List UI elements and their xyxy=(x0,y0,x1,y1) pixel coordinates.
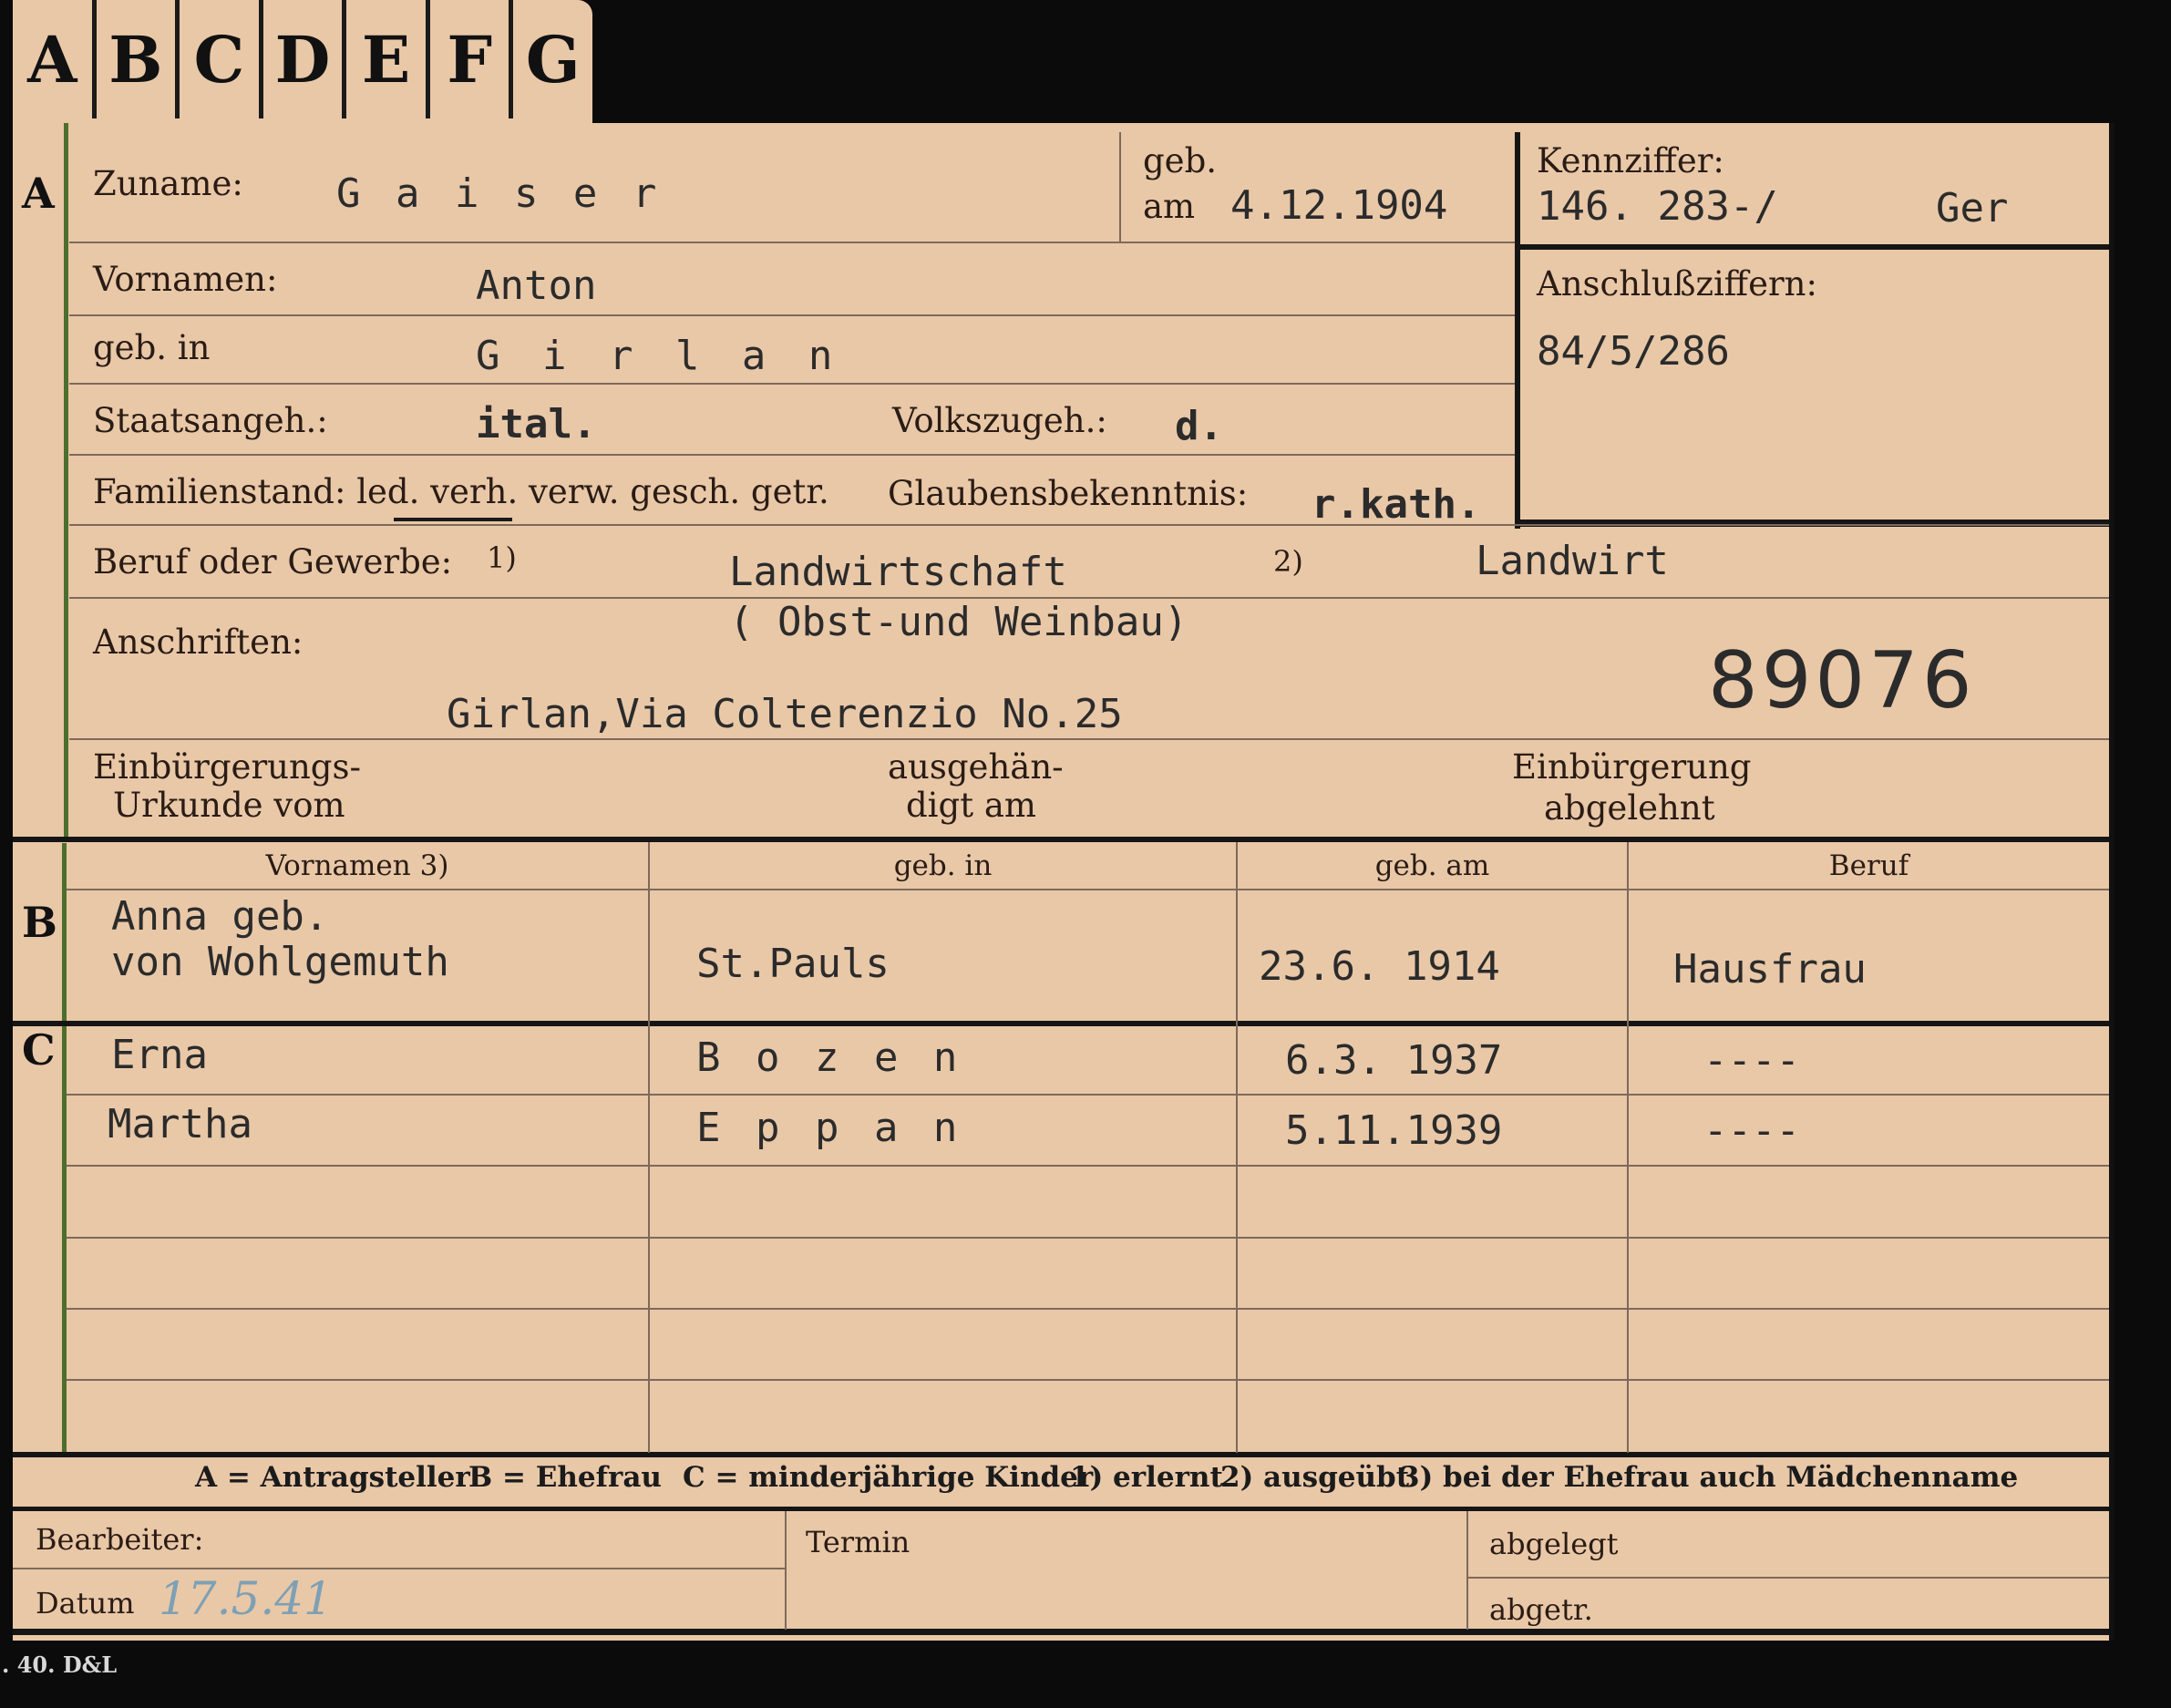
child-1-geb-in: B o z e n xyxy=(696,1034,963,1081)
datum-handwritten-value: 17.5.41 xyxy=(159,1572,333,1625)
ausgehaendigt-label-2: digt am xyxy=(906,786,1036,825)
einbuergerungs-label-2: Urkunde vom xyxy=(113,786,345,825)
kennziffer-suffix: Ger xyxy=(1936,185,2009,232)
einbuergerung-abgelehnt-2: abgelehnt xyxy=(1544,788,1715,828)
child-2-geb-am: 5.11.1939 xyxy=(1285,1107,1503,1154)
beruf-label: Beruf oder Gewerbe: xyxy=(93,542,453,581)
kennziffer-label: Kennziffer: xyxy=(1537,141,1724,180)
einbuergerung-abgelehnt-1: Einbürgerung xyxy=(1512,747,1752,787)
abgelegt-label: abgelegt xyxy=(1489,1527,1619,1561)
ausgehaendigt-label-1: ausgehän- xyxy=(888,747,1064,787)
stamp-number: 89076 xyxy=(1708,635,1976,726)
legend-note-2: 2) ausgeübt xyxy=(1220,1461,1410,1494)
record-card: A B C Zuname: G a i s e r geb. am 4.12.1… xyxy=(13,123,2114,1641)
glaubensbekenntnis-label: Glaubensbekenntnis: xyxy=(888,474,1249,513)
beruf-ausgeuebt-value: Landwirt xyxy=(1476,538,1669,584)
datum-label: Datum xyxy=(36,1586,135,1621)
child-2-geb-in: E p p a n xyxy=(696,1105,963,1151)
spouse-geb-in: St.Pauls xyxy=(696,941,890,987)
spouse-geb-am: 23.6. 1914 xyxy=(1259,943,1500,990)
termin-label: Termin xyxy=(806,1525,911,1559)
col-header-geb-in: geb. in xyxy=(893,849,993,882)
spouse-beruf: Hausfrau xyxy=(1673,946,1867,993)
col-header-beruf: Beruf xyxy=(1828,849,1909,882)
zuname-label: Zuname: xyxy=(93,164,243,203)
geb-am-value: 4.12.1904 xyxy=(1230,182,1448,229)
index-tabs: A B C D E F G xyxy=(13,0,592,123)
legend-note-3: 3) bei der Ehefrau auch Mädchenname xyxy=(1400,1461,2019,1494)
verh-underline xyxy=(394,518,512,521)
beruf-note-1: 1) xyxy=(487,540,517,575)
geb-label: geb. xyxy=(1143,141,1218,180)
beruf-note-2: 2) xyxy=(1273,544,1303,579)
vornamen-value: Anton xyxy=(476,262,597,309)
tab-a: A xyxy=(13,0,97,118)
geb-in-label: geb. in xyxy=(93,328,211,367)
am-label: am xyxy=(1143,187,1196,226)
section-a-border xyxy=(64,123,68,839)
anschlussziffern-value: 84/5/286 xyxy=(1537,328,1730,375)
col-header-vornamen: Vornamen 3) xyxy=(265,849,449,882)
child-1-beruf: ---- xyxy=(1703,1037,1800,1084)
section-letter-a: A xyxy=(22,169,55,218)
tab-d: D xyxy=(263,0,347,118)
legend-b: B = Ehefrau xyxy=(468,1461,662,1494)
geb-in-value: G i r l a n xyxy=(476,333,842,379)
tab-c: C xyxy=(180,0,263,118)
abgetr-label: abgetr. xyxy=(1489,1592,1593,1627)
volkszugeh-label: Volkszugeh.: xyxy=(892,401,1107,440)
child-1-geb-am: 6.3. 1937 xyxy=(1285,1037,1503,1084)
anschrift-value: Girlan,Via Colterenzio No.25 xyxy=(447,691,1123,737)
tab-e: E xyxy=(346,0,430,118)
tab-g: G xyxy=(525,21,581,98)
spouse-vornamen-line1: Anna geb. xyxy=(111,893,329,940)
volkszugeh-value: d. xyxy=(1175,403,1223,449)
tab-b: B xyxy=(97,0,180,118)
beruf-erlernt-value: Landwirtschaft xyxy=(729,549,1067,595)
section-bc-border xyxy=(62,843,67,1454)
child-1-vornamen: Erna xyxy=(111,1032,208,1078)
glaubensbekenntnis-value: r.kath. xyxy=(1312,481,1481,528)
legend-c: C = minderjährige Kinder xyxy=(683,1461,1094,1494)
staatsangeh-value: ital. xyxy=(476,401,597,448)
anschriften-label: Anschriften: xyxy=(93,622,304,662)
vornamen-label: Vornamen: xyxy=(93,260,278,299)
child-2-beruf: ---- xyxy=(1703,1107,1800,1154)
kennziffer-value: 146. 283-/ xyxy=(1537,183,1778,230)
familienstand-label: Familienstand: led. verh. verw. gesch. g… xyxy=(93,472,829,511)
legend-a: A = Antragsteller xyxy=(195,1461,470,1494)
einbuergerungs-label-1: Einbürgerungs- xyxy=(93,747,361,787)
col-header-geb-am: geb. am xyxy=(1374,849,1490,882)
print-code: . 40. D&L xyxy=(2,1651,118,1678)
child-2-vornamen: Martha xyxy=(108,1101,252,1147)
bearbeiter-label: Bearbeiter: xyxy=(36,1522,204,1557)
anschlussziffern-label: Anschlußziffern: xyxy=(1537,264,1817,304)
zuname-value: G a i s e r xyxy=(336,170,663,217)
section-letter-c: C xyxy=(22,1025,56,1075)
beruf-detail-value: ( Obst-und Weinbau) xyxy=(729,599,1188,645)
spouse-vornamen-line2: von Wohlgemuth xyxy=(111,939,449,985)
tab-f: F xyxy=(430,0,514,118)
legend-note-1: 1) erlernt xyxy=(1070,1461,1223,1494)
section-letter-b: B xyxy=(22,898,57,947)
staatsangeh-label: Staatsangeh.: xyxy=(93,401,328,440)
